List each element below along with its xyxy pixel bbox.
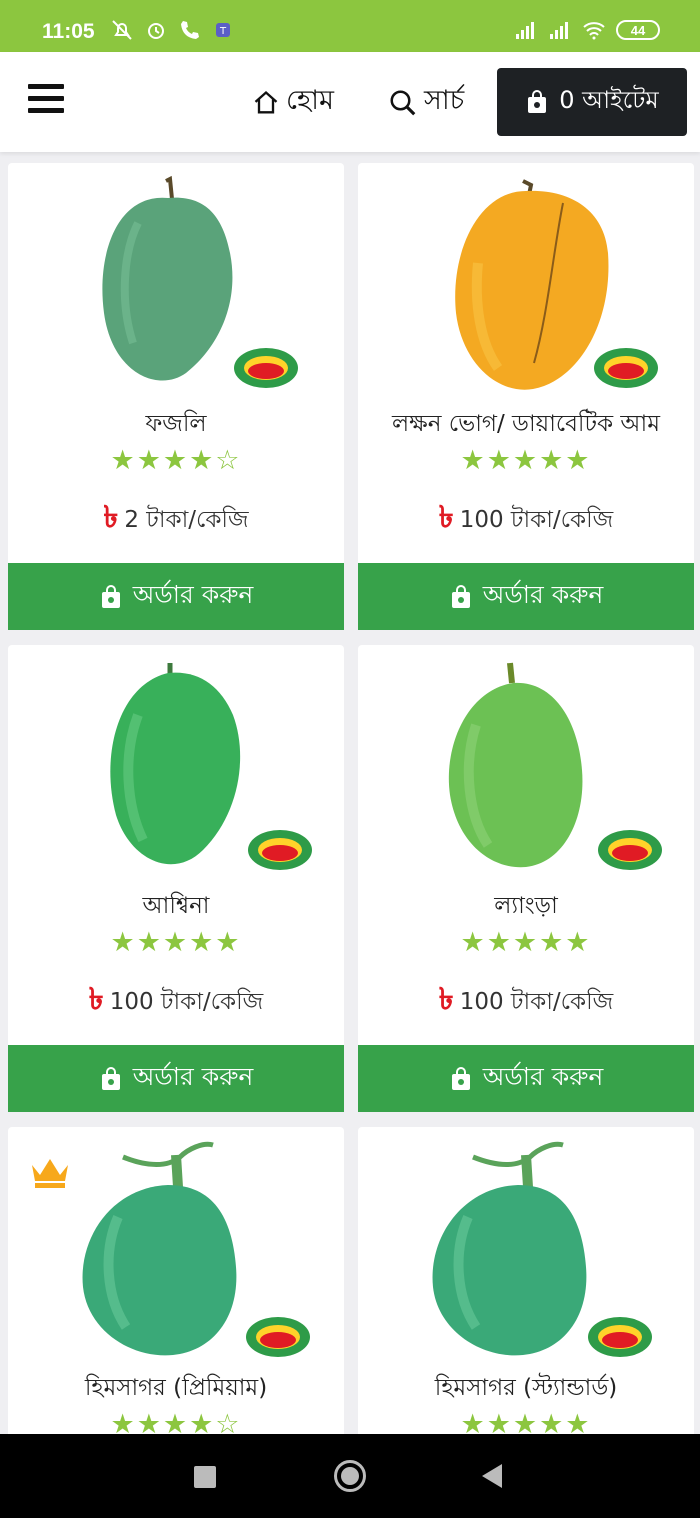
menu-icon xyxy=(28,84,64,89)
alarm-icon xyxy=(148,23,164,39)
order-button-label: অর্ডার করুন xyxy=(132,580,254,609)
signal-icon-2 xyxy=(550,22,568,39)
silent-icon xyxy=(112,20,132,40)
home-label: হোম xyxy=(286,85,334,116)
brand-logo xyxy=(594,348,658,388)
rating-stars: ★★★★☆ xyxy=(110,445,242,476)
shopping-bag-icon xyxy=(451,584,470,608)
home-link[interactable]: হোম xyxy=(252,80,334,125)
product-name: ফজলি xyxy=(145,411,207,437)
mango-image xyxy=(110,663,312,870)
product-price: ৳ 100 টাকা/কেজি xyxy=(438,982,614,1017)
brand-logo xyxy=(246,1317,310,1357)
search-link[interactable]: সার্চ xyxy=(388,80,464,125)
order-button-label: অর্ডার করুন xyxy=(132,1062,254,1091)
order-button-label: অর্ডার করুন xyxy=(482,1062,604,1091)
order-button[interactable]: অর্ডার করুন xyxy=(358,1045,694,1112)
home-button[interactable] xyxy=(334,1460,366,1492)
shopping-bag-icon xyxy=(101,584,120,608)
shopping-bag-icon xyxy=(451,1066,470,1090)
order-button[interactable]: অর্ডার করুন xyxy=(8,1045,344,1112)
brand-logo xyxy=(598,830,662,870)
product-image xyxy=(8,163,344,393)
phone-icon xyxy=(181,21,199,39)
product-image xyxy=(358,645,694,875)
product-name: লক্ষন ভোগ/ ডায়াবেটিক আম xyxy=(391,411,661,437)
cart-label: 0 আইটেম xyxy=(559,86,659,114)
back-button[interactable] xyxy=(482,1464,502,1488)
product-card[interactable]: ল্যাংড়া ★★★★★ ৳ 100 টাকা/কেজি অর্ডার করু… xyxy=(358,645,694,1112)
rating-stars: ★★★★★ xyxy=(460,445,592,476)
rating-stars: ★★★★★ xyxy=(460,927,592,958)
top-navigation: হোম সার্চ 0 আইটেম xyxy=(0,52,700,152)
svg-text:T: T xyxy=(219,26,227,37)
cart-button[interactable]: 0 আইটেম xyxy=(497,68,687,136)
taka-icon: ৳ xyxy=(438,500,454,535)
taka-icon: ৳ xyxy=(103,500,119,535)
order-button[interactable]: অর্ডার করুন xyxy=(358,563,694,630)
mango-image xyxy=(102,175,298,388)
status-icons-right: 44 xyxy=(514,18,660,42)
status-icons-left: T xyxy=(110,18,236,42)
mango-image xyxy=(82,1141,310,1357)
product-card[interactable]: হিমসাগর (স্ট্যান্ডার্ড) ★★★★★ xyxy=(358,1127,694,1447)
system-navigation-bar xyxy=(0,1434,700,1518)
taka-icon: ৳ xyxy=(88,982,104,1017)
product-card[interactable]: লক্ষন ভোগ/ ডায়াবেটিক আম ★★★★★ ৳ 100 টাকা… xyxy=(358,163,694,630)
product-card[interactable]: আশ্বিনা ★★★★★ ৳ 100 টাকা/কেজি অর্ডার করুন xyxy=(8,645,344,1112)
search-label: সার্চ xyxy=(424,85,465,116)
brand-logo xyxy=(234,348,298,388)
teams-icon: T xyxy=(216,23,230,37)
taka-icon: ৳ xyxy=(438,982,454,1017)
home-icon xyxy=(254,90,278,113)
product-image xyxy=(8,1127,344,1357)
order-button-label: অর্ডার করুন xyxy=(482,580,604,609)
product-image xyxy=(8,645,344,875)
order-button[interactable]: অর্ডার করুন xyxy=(8,563,344,630)
status-bar: 11:05 T 44 xyxy=(0,0,700,52)
status-time: 11:05 xyxy=(42,20,95,43)
mango-image xyxy=(455,179,658,390)
product-price: ৳ 2 টাকা/কেজি xyxy=(103,500,249,535)
product-image xyxy=(358,163,694,393)
product-name: হিমসাগর (প্রিমিয়াম) xyxy=(84,1375,268,1401)
brand-logo xyxy=(248,830,312,870)
shopping-bag-icon xyxy=(101,1066,120,1090)
shopping-bag-icon xyxy=(528,90,547,113)
product-price: ৳ 100 টাকা/কেজি xyxy=(88,982,264,1017)
menu-button[interactable] xyxy=(28,84,64,118)
product-card[interactable]: হিমসাগর (প্রিমিয়াম) ★★★★☆ xyxy=(8,1127,344,1447)
product-name: হিমসাগর (স্ট্যান্ডার্ড) xyxy=(434,1375,618,1401)
product-card[interactable]: ফজলি ★★★★☆ ৳ 2 টাকা/কেজি অর্ডার করুন xyxy=(8,163,344,630)
product-name: ল্যাংড়া xyxy=(494,893,558,919)
product-name: আশ্বিনা xyxy=(142,893,210,919)
search-icon xyxy=(390,90,416,115)
product-price: ৳ 100 টাকা/কেজি xyxy=(438,500,614,535)
mango-image xyxy=(432,1141,652,1357)
wifi-icon xyxy=(583,22,605,40)
product-image xyxy=(358,1127,694,1357)
recents-button[interactable] xyxy=(194,1466,216,1488)
rating-stars: ★★★★★ xyxy=(110,927,242,958)
signal-icon xyxy=(516,22,534,39)
mango-image xyxy=(448,662,662,870)
brand-logo xyxy=(588,1317,652,1357)
battery-indicator: 44 xyxy=(616,20,660,40)
